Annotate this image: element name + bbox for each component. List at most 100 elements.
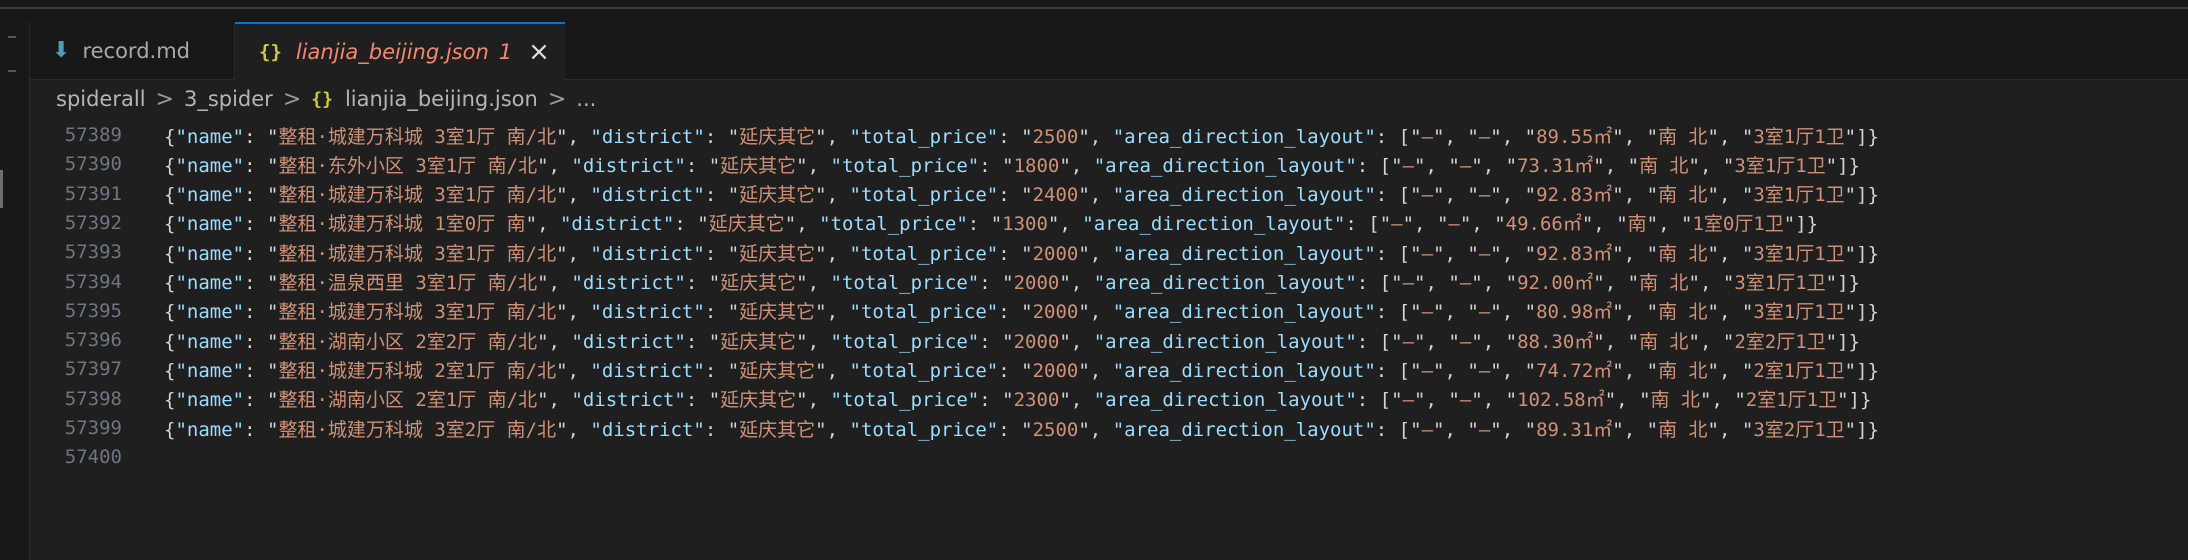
punctuation: , — [1425, 154, 1449, 177]
punctuation: " — [708, 389, 721, 412]
json-key: "district" — [590, 418, 705, 441]
punctuation: , — [1089, 301, 1113, 324]
breadcrumb-symbols[interactable]: ... — [576, 87, 596, 111]
line-number: 57392 — [64, 211, 122, 234]
breadcrumb-folder-3-spider[interactable]: 3_spider — [184, 87, 273, 111]
code-line[interactable]: 57389 {"name": "整租·城建万科城 3室1厅 南/北", "dist… — [30, 120, 1879, 150]
punctuation: " — [1639, 389, 1651, 412]
code-line[interactable]: 57394 {"name": "整租·温泉西里 3室1厅 南/北", "distr… — [30, 267, 1860, 297]
json-key: "district" — [559, 213, 675, 236]
editor-tab-bar: ⬇ record.md {} lianjia_beijing.json 1 × — [30, 22, 2188, 80]
punctuation: " — [708, 272, 721, 294]
punctuation: " — [1707, 418, 1719, 441]
punctuation: " — [266, 301, 279, 324]
punctuation: , — [1699, 330, 1723, 353]
json-key: "district" — [590, 359, 705, 382]
json-string-value: 80.98㎡ — [1536, 301, 1613, 324]
punctuation: , — [567, 125, 591, 148]
punctuation: : — [704, 301, 728, 324]
json-string-value: 延庆其它 — [739, 301, 816, 324]
punctuation: , — [1444, 184, 1468, 207]
breadcrumb-file[interactable]: lianjia_beijing.json — [345, 87, 538, 111]
json-string-value: 南 北 — [1639, 154, 1689, 177]
punctuation: ]} — [1856, 184, 1879, 207]
punctuation: : — [244, 301, 267, 324]
breadcrumb-folder-spiderall[interactable]: spiderall — [56, 87, 146, 111]
punctuation: " — [556, 301, 568, 324]
json-key: "area_direction_layout" — [1093, 330, 1357, 353]
activity-item-icon[interactable] — [8, 70, 16, 72]
punctuation: " — [556, 125, 568, 148]
json-string-value: – — [1402, 272, 1415, 294]
code-editor[interactable]: 57389 {"name": "整租·城建万科城 3室1厅 南/北", "dist… — [30, 120, 2188, 560]
punctuation: : [ — [1375, 125, 1411, 148]
code-line[interactable]: 57390 {"name": "整租·东外小区 3室1厅 南/北", "distr… — [30, 149, 1860, 179]
code-line[interactable]: 57400 — [30, 442, 122, 472]
punctuation: " — [796, 389, 808, 412]
code-line[interactable]: 57391 {"name": "整租·城建万科城 3室1厅 南/北", "dist… — [30, 179, 1879, 209]
code-line[interactable]: 57392 {"name": "整租·城建万科城 1室0厅 南", "distri… — [30, 208, 1818, 238]
code-line[interactable]: 57398 {"name": "整租·湖南小区 2室1厅 南/北", "distr… — [30, 384, 1872, 414]
code-line[interactable]: 57395 {"name": "整租·城建万科城 3室1厅 南/北", "dist… — [30, 296, 1879, 326]
punctuation: " — [537, 272, 549, 294]
punctuation: " — [990, 213, 1003, 236]
punctuation: : — [979, 330, 1003, 353]
punctuation: " — [1448, 330, 1460, 353]
code-content: {"name": "整租·城建万科城 3室1厅 南/北", "district"… — [164, 297, 1879, 324]
json-key: "district" — [590, 184, 705, 207]
punctuation: , — [1623, 418, 1647, 441]
json-key: "total_price" — [830, 389, 980, 412]
punctuation: " — [727, 301, 740, 324]
punctuation: " — [1612, 184, 1624, 207]
punctuation: : — [244, 359, 267, 382]
punctuation: " — [556, 418, 568, 441]
punctuation: " — [266, 125, 279, 148]
punctuation: : [ — [1375, 301, 1411, 324]
json-string-value: 整租·城建万科城 3室2厅 南/北 — [278, 418, 557, 441]
punctuation: , — [1501, 359, 1525, 382]
punctuation: " — [1467, 418, 1479, 441]
punctuation: " — [1707, 184, 1719, 207]
json-key: "area_direction_layout" — [1112, 184, 1376, 207]
json-string-value: 南 北 — [1658, 242, 1708, 265]
tab-lianjia-beijing-json[interactable]: {} lianjia_beijing.json 1 × — [235, 22, 565, 80]
json-string-value: – — [1478, 125, 1491, 148]
code-line[interactable]: 57393 {"name": "整租·城建万科城 3室1厅 南/北", "dist… — [30, 237, 1879, 267]
json-string-value: 延庆其它 — [739, 125, 816, 148]
code-line[interactable]: 57396 {"name": "整租·湖南小区 2室2厅 南/北", "distr… — [30, 325, 1860, 355]
punctuation: " — [1646, 301, 1659, 324]
code-content: {"name": "整租·东外小区 3室1厅 南/北", "district":… — [164, 151, 1860, 178]
json-string-value: – — [1459, 389, 1472, 412]
json-string-value: – — [1402, 389, 1415, 412]
punctuation: " — [1646, 213, 1659, 236]
punctuation: " — [1490, 359, 1502, 382]
punctuation: " — [1722, 272, 1735, 294]
punctuation: " — [1604, 389, 1617, 412]
punctuation: : — [704, 418, 728, 441]
tab-record-md[interactable]: ⬇ record.md — [30, 22, 235, 79]
punctuation: " — [1627, 330, 1640, 353]
code-content: {"name": "整租·温泉西里 3室1厅 南/北", "district":… — [164, 268, 1860, 295]
punctuation: " — [1741, 359, 1754, 382]
punctuation: " — [1627, 154, 1640, 177]
punctuation: , — [796, 213, 820, 236]
punctuation: { — [164, 359, 176, 382]
punctuation: " — [1741, 125, 1754, 148]
punctuation: { — [164, 154, 176, 177]
code-line[interactable]: 57399 {"name": "整租·城建万科城 3室2厅 南/北", "dist… — [30, 413, 1879, 443]
close-icon[interactable]: × — [528, 39, 550, 65]
punctuation: " — [1467, 184, 1479, 207]
json-string-value: 3室1厅1卫 — [1734, 154, 1826, 177]
punctuation: , — [1501, 125, 1525, 148]
activity-item-icon[interactable] — [8, 36, 16, 38]
punctuation: " — [1078, 418, 1090, 441]
punctuation: " — [1505, 389, 1518, 412]
json-string-value: 89.55㎡ — [1536, 125, 1613, 148]
punctuation: " — [1021, 242, 1033, 265]
code-line[interactable]: 57397 {"name": "整租·城建万科城 2室1厅 南/北", "dist… — [30, 354, 1879, 384]
punctuation: , — [1501, 242, 1525, 265]
punctuation: : — [674, 213, 698, 236]
line-number: 57394 — [64, 270, 122, 293]
punctuation: " — [1593, 154, 1605, 177]
json-key: "area_direction_layout" — [1082, 213, 1346, 236]
